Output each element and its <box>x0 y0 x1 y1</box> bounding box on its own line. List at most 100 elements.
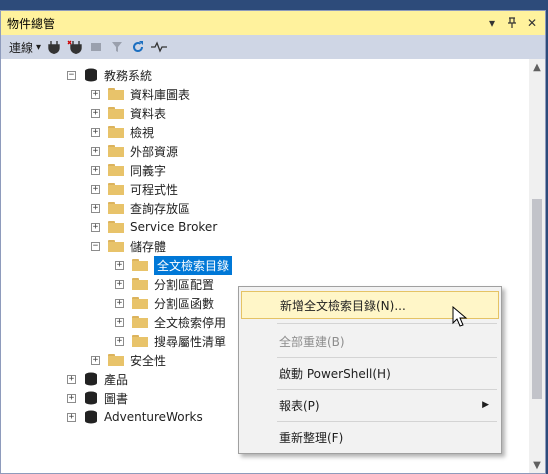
tree-node-folder[interactable]: + 查詢存放區 <box>91 198 190 218</box>
database-icon <box>85 68 97 82</box>
tree-node-label: Service Broker <box>130 220 218 234</box>
close-icon[interactable]: ✕ <box>525 15 539 31</box>
expand-icon[interactable]: + <box>91 89 100 99</box>
tree-node-db[interactable]: − 教務系統 <box>67 65 152 85</box>
plug-disconnect-icon[interactable] <box>66 38 84 56</box>
scroll-up-icon[interactable]: ▲ <box>529 59 545 75</box>
tree-node-folder[interactable]: + 資料庫圖表 <box>91 84 190 104</box>
tree-node-label: 全文檢索停用 <box>154 315 227 330</box>
tree-node-db[interactable]: + 圖書 <box>67 388 128 408</box>
expand-icon[interactable]: + <box>115 260 124 270</box>
menu-item-label: 報表(P) <box>279 398 320 413</box>
tree-node-label: 資料庫圖表 <box>130 87 191 102</box>
tree-node-storage[interactable]: − 儲存體 <box>91 236 166 256</box>
folder-icon <box>132 297 148 309</box>
connect-button[interactable]: 連線 ▾ <box>5 36 45 58</box>
menu-separator <box>277 389 497 390</box>
tree-node-label: 分割區函數 <box>154 296 215 311</box>
tree-node-folder[interactable]: + 同義字 <box>91 160 166 180</box>
tree-node-label: 分割區配置 <box>154 277 215 292</box>
expand-icon[interactable]: + <box>115 336 124 346</box>
connect-label: 連線 <box>9 40 34 55</box>
expand-icon[interactable]: + <box>91 203 100 213</box>
menu-item-label: 全部重建(B) <box>279 334 345 349</box>
folder-icon <box>108 183 124 195</box>
tree-node-folder[interactable]: + 分割區函數 <box>115 293 214 313</box>
folder-icon <box>108 107 124 119</box>
expand-icon[interactable]: + <box>115 298 124 308</box>
activity-monitor-icon[interactable] <box>150 38 168 56</box>
expand-icon[interactable]: + <box>91 165 100 175</box>
refresh-icon[interactable] <box>129 38 147 56</box>
menu-separator <box>277 357 497 358</box>
database-icon <box>85 410 97 424</box>
plug-connect-icon[interactable] <box>45 38 63 56</box>
expand-icon[interactable]: + <box>91 127 100 137</box>
expand-icon[interactable]: + <box>91 222 100 232</box>
menu-item-label: 啟動 PowerShell(H) <box>279 366 391 381</box>
tree-node-label: 教務系統 <box>104 68 153 83</box>
tree-node-label: 可程式性 <box>130 182 179 197</box>
menu-item-label: 重新整理(F) <box>279 430 344 445</box>
expand-icon[interactable]: + <box>67 393 76 403</box>
expand-icon[interactable]: + <box>115 317 124 327</box>
scroll-thumb[interactable] <box>532 199 542 399</box>
tree-node-db[interactable]: + AdventureWorks <box>67 407 203 427</box>
tree-node-db[interactable]: + 產品 <box>67 369 128 389</box>
panel-title: 物件總管 <box>7 16 56 31</box>
tree-node-label: 安全性 <box>130 353 167 368</box>
tree-node-folder[interactable]: + 資料表 <box>91 103 166 123</box>
tree-node-folder[interactable]: + 外部資源 <box>91 141 178 161</box>
collapse-icon[interactable]: − <box>91 241 100 251</box>
vertical-scrollbar[interactable]: ▲ ▼ <box>529 59 545 473</box>
expand-icon[interactable]: + <box>115 279 124 289</box>
panel-controls: ▾ ✕ <box>485 15 539 31</box>
menu-separator <box>277 421 497 422</box>
chevron-down-icon: ▾ <box>36 41 42 53</box>
folder-icon <box>108 221 124 233</box>
menu-item-refresh[interactable]: 重新整理(F) <box>241 423 499 451</box>
tree-node-folder[interactable]: + 檢視 <box>91 122 154 142</box>
tree-node-folder[interactable]: + 可程式性 <box>91 179 178 199</box>
dropdown-icon[interactable]: ▾ <box>485 15 499 31</box>
tree-node-label: 搜尋屬性清單 <box>154 334 227 349</box>
folder-icon <box>108 164 124 176</box>
folder-icon <box>132 335 148 347</box>
menu-item-start-powershell[interactable]: 啟動 PowerShell(H) <box>241 359 499 387</box>
pin-icon[interactable] <box>505 15 519 31</box>
collapse-icon[interactable]: − <box>67 70 76 80</box>
expand-icon[interactable]: + <box>67 374 76 384</box>
database-icon <box>85 372 97 386</box>
scroll-down-icon[interactable]: ▼ <box>529 457 545 473</box>
menu-item-label: 新增全文檢索目錄(N)... <box>280 298 406 313</box>
expand-icon[interactable]: + <box>67 412 76 422</box>
stop-icon <box>87 38 105 56</box>
explorer-toolbar: 連線 ▾ <box>1 35 545 59</box>
folder-icon <box>108 240 124 252</box>
folder-icon <box>108 354 124 366</box>
filter-icon <box>108 38 126 56</box>
tree-node-folder[interactable]: + Service Broker <box>91 217 217 237</box>
menu-item-reports[interactable]: 報表(P) ▶ <box>241 391 499 419</box>
tree-node-fulltext-catalogs[interactable]: + 全文檢索目錄 <box>115 254 234 276</box>
folder-icon <box>108 126 124 138</box>
menu-item-rebuild-all: 全部重建(B) <box>241 327 499 355</box>
tree-node-label: 全文檢索目錄 <box>152 254 234 276</box>
tree-node-label: AdventureWorks <box>104 410 203 424</box>
panel-titlebar: 物件總管 ▾ ✕ <box>1 11 545 36</box>
folder-icon <box>108 145 124 157</box>
tree-node-label: 查詢存放區 <box>130 201 191 216</box>
chevron-right-icon: ▶ <box>482 400 489 410</box>
tree-node-label: 產品 <box>104 372 129 387</box>
tree-node-folder[interactable]: + 全文檢索停用 <box>115 312 226 332</box>
folder-icon <box>108 202 124 214</box>
tree-node-security[interactable]: + 安全性 <box>91 350 166 370</box>
folder-icon <box>132 259 148 271</box>
folder-icon <box>108 88 124 100</box>
expand-icon[interactable]: + <box>91 146 100 156</box>
tree-node-folder[interactable]: + 分割區配置 <box>115 274 214 294</box>
tree-node-folder[interactable]: + 搜尋屬性清單 <box>115 331 226 351</box>
expand-icon[interactable]: + <box>91 184 100 194</box>
expand-icon[interactable]: + <box>91 355 100 365</box>
expand-icon[interactable]: + <box>91 108 100 118</box>
